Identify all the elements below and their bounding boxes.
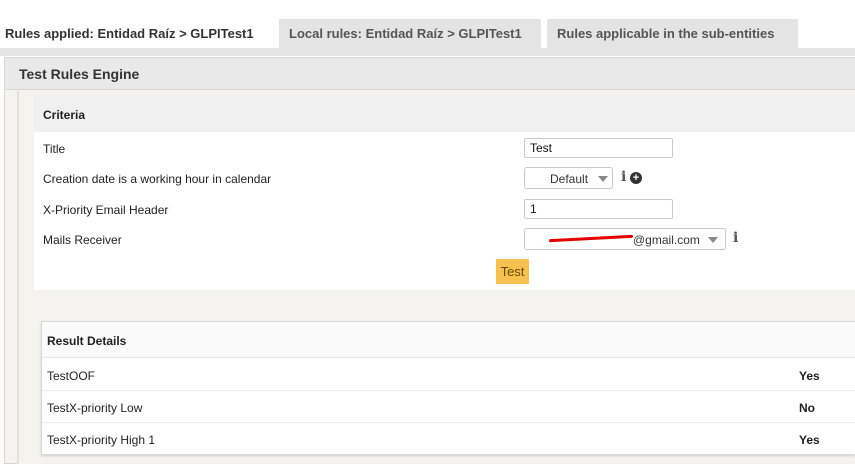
result-rule-name: TestX-priority Low (47, 401, 143, 415)
criteria-section: Criteria Title Test Creation date is a w… (34, 96, 855, 290)
result-rule-name: TestX-priority High 1 (47, 433, 156, 447)
chevron-down-icon (708, 237, 718, 243)
info-icon[interactable]: i (621, 169, 626, 185)
redaction-mark (548, 234, 634, 243)
result-rule-value: Yes (799, 369, 820, 383)
criteria-header: Criteria (34, 96, 855, 132)
tab-sub-entities[interactable]: Rules applicable in the sub-entities (547, 19, 798, 48)
creation-date-label: Creation date is a working hour in calen… (43, 172, 272, 186)
test-button[interactable]: Test (496, 259, 529, 284)
calendar-select-value: Default (550, 172, 589, 186)
chevron-down-icon (598, 176, 608, 182)
table-row: TestX-priority Low No (42, 391, 855, 423)
left-divider (17, 91, 19, 464)
criteria-title: Criteria (43, 108, 86, 122)
engine-title: Test Rules Engine (19, 66, 140, 82)
engine-header: Test Rules Engine (5, 58, 855, 90)
tab-bar: Rules applied: Entidad Raíz > GLPITest1 … (0, 0, 855, 56)
result-details-header: Result Details (42, 322, 855, 358)
tab-strip (0, 48, 855, 56)
result-rule-value: Yes (799, 433, 820, 447)
result-rule-value: No (799, 401, 815, 415)
plus-circle-icon[interactable]: + (630, 172, 642, 184)
result-details-section: Result Details TestOOF Yes TestX-priorit… (41, 321, 855, 455)
result-details-title: Result Details (47, 334, 127, 348)
title-label: Title (43, 142, 66, 156)
mails-receiver-value: @gmail.com (633, 233, 700, 247)
tab-rules-applied[interactable]: Rules applied: Entidad Raíz > GLPITest1 (0, 19, 259, 48)
result-rule-name: TestOOF (47, 369, 96, 383)
x-priority-label: X-Priority Email Header (43, 203, 169, 217)
mails-receiver-label: Mails Receiver (43, 233, 122, 247)
calendar-select[interactable]: Default (524, 167, 613, 189)
tab-local-rules[interactable]: Local rules: Entidad Raíz > GLPITest1 (279, 19, 541, 48)
info-icon[interactable]: i (733, 230, 738, 246)
x-priority-input[interactable]: 1 (524, 199, 673, 219)
table-row: TestOOF Yes (42, 359, 855, 391)
title-input[interactable]: Test (524, 138, 673, 158)
table-row: TestX-priority High 1 Yes (42, 423, 855, 455)
mails-receiver-select[interactable]: @gmail.com (524, 228, 726, 250)
